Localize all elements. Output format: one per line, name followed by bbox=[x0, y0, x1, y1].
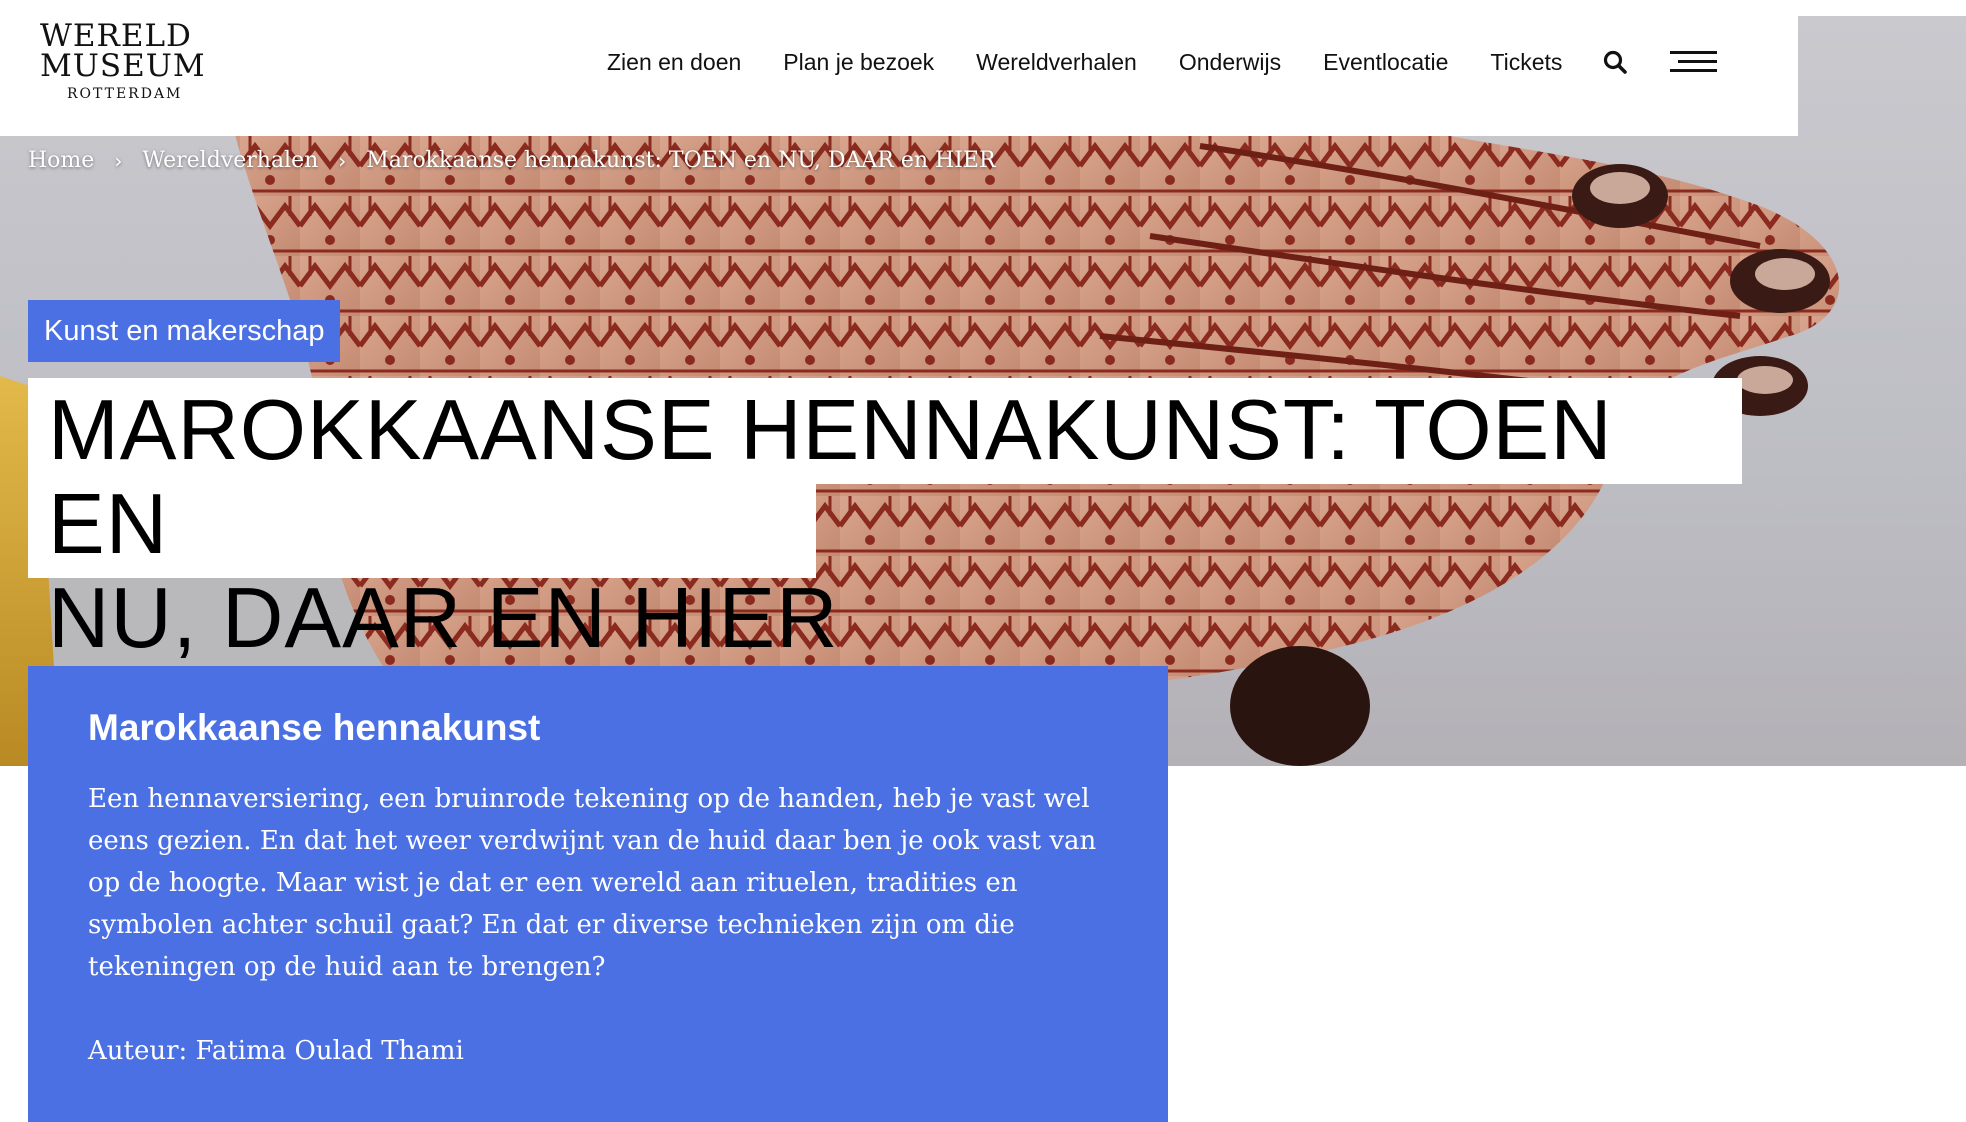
site-header: WERELD MUSEUM ROTTERDAM Zien en doen Pla… bbox=[0, 0, 1798, 136]
category-tag[interactable]: Kunst en makerschap bbox=[28, 300, 341, 362]
intro-body: Een hennaversiering, een bruinrode teken… bbox=[88, 784, 1097, 982]
nav-item-tickets[interactable]: Tickets bbox=[1490, 49, 1562, 76]
intro-card: Marokkaanse hennakunst Een hennaversieri… bbox=[28, 666, 1168, 1122]
logo-line-1: WERELD bbox=[40, 18, 192, 54]
header-edge bbox=[1798, 0, 1966, 16]
breadcrumb-wereldverhalen[interactable]: Wereldverhalen bbox=[142, 148, 318, 173]
page-title-line-1: MAROKKAANSE HENNAKUNST: TOEN EN bbox=[48, 383, 1613, 572]
breadcrumb-home[interactable]: Home bbox=[28, 148, 94, 173]
breadcrumb-current: Marokkaanse hennakunst: TOEN en NU, DAAR… bbox=[366, 148, 996, 173]
nav-item-eventlocatie[interactable]: Eventlocatie bbox=[1323, 49, 1448, 76]
hamburger-menu-icon[interactable] bbox=[1670, 49, 1718, 75]
chevron-right-icon: › bbox=[338, 148, 347, 173]
intro-heading: Marokkaanse hennakunst bbox=[88, 707, 541, 748]
nav-item-plan-je-bezoek[interactable]: Plan je bezoek bbox=[783, 49, 934, 76]
nav-item-onderwijs[interactable]: Onderwijs bbox=[1179, 49, 1281, 76]
page-title: MAROKKAANSE HENNAKUNST: TOEN EN NU, DAAR… bbox=[48, 384, 1748, 666]
logo-line-2: MUSEUM bbox=[40, 48, 206, 84]
breadcrumb: Home › Wereldverhalen › Marokkaanse henn… bbox=[28, 148, 996, 173]
page-title-line-2: NU, DAAR EN HIER bbox=[48, 571, 839, 666]
site-logo[interactable]: WERELD MUSEUM ROTTERDAM bbox=[40, 18, 206, 104]
nav-item-zien-en-doen[interactable]: Zien en doen bbox=[607, 49, 741, 76]
nav-item-wereldverhalen[interactable]: Wereldverhalen bbox=[976, 49, 1137, 76]
intro-author: Auteur: Fatima Oulad Thami bbox=[88, 1036, 464, 1066]
logo-line-3: ROTTERDAM bbox=[67, 86, 183, 102]
search-icon[interactable] bbox=[1602, 49, 1628, 75]
chevron-right-icon: › bbox=[114, 148, 123, 173]
main-nav: Zien en doen Plan je bezoek Wereldverhal… bbox=[607, 44, 1718, 80]
